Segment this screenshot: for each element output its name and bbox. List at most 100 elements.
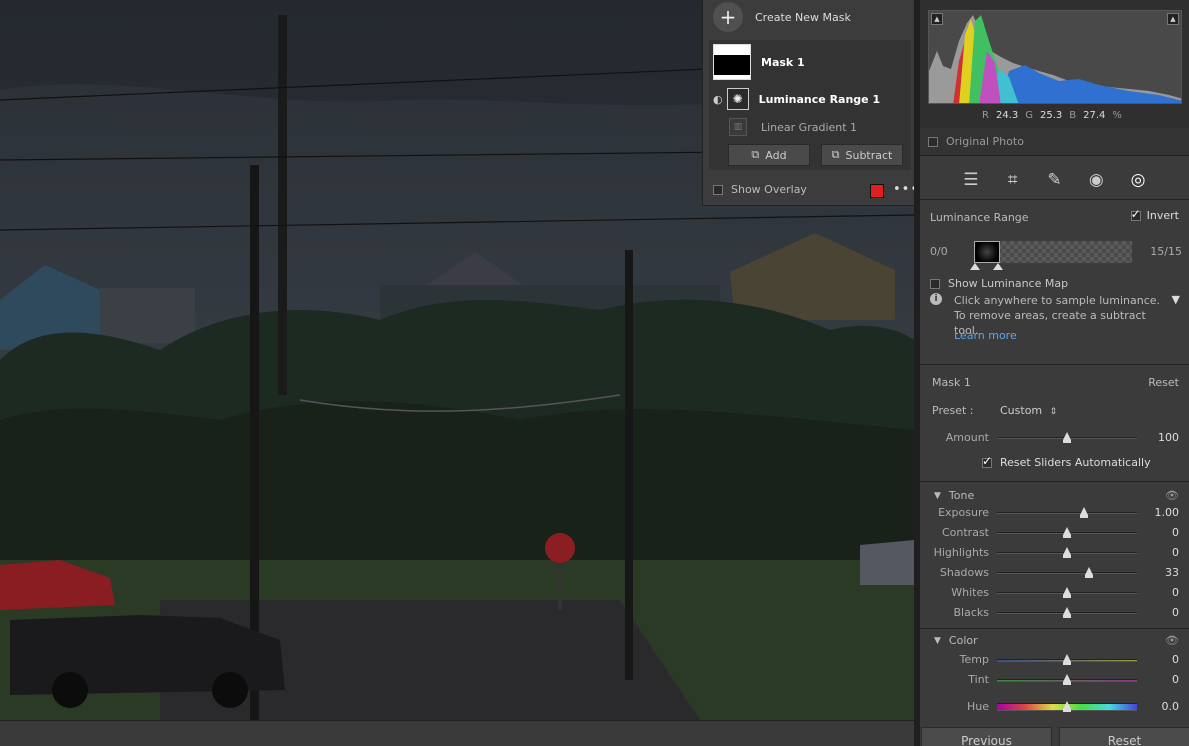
learn-more-link[interactable]: Learn more [954,329,1017,342]
crop-icon[interactable]: ⌗ [1001,170,1025,190]
original-photo-toggle[interactable]: Original Photo [920,128,1189,156]
highlight-clipping-toggle[interactable]: ▲ [1167,13,1179,25]
b-label: B [1069,110,1077,121]
right-panel: ▲ ▲ R 24.3 G 25.3 B 27.4 % Original Phot… [920,0,1189,746]
preset-label: Preset : [932,404,974,417]
color-temp-slider[interactable]: Temp 0 [920,650,1189,670]
collapse-icon: ▼ [934,490,941,501]
range-right-handle[interactable] [993,263,1003,270]
create-new-mask-button[interactable]: + Create New Mask [713,2,851,32]
slider-thumb[interactable] [1063,654,1071,665]
slider-label: Whites [951,586,989,599]
invert-toggle[interactable]: Invert [1130,207,1179,222]
g-label: G [1025,110,1033,121]
luminance-range-icon: ✺ [726,88,749,110]
show-luminance-map-toggle[interactable]: Show Luminance Map [930,277,1068,290]
color-tint-slider[interactable]: Tint 0 [920,670,1189,690]
slider-value[interactable]: 0 [1172,606,1179,619]
reset-sliders-toggle[interactable]: Reset Sliders Automatically [982,454,1151,469]
add-label: Add [765,148,787,162]
range-selection[interactable] [974,241,1000,263]
slider-label: Highlights [933,546,989,559]
color-header[interactable]: ▼ Color [934,634,978,647]
slider-thumb[interactable] [1063,701,1071,712]
tone-blacks-slider[interactable]: Blacks 0 [920,603,1189,623]
collapse-triangle-icon[interactable]: ▼ [1172,293,1180,306]
show-luminance-map-checkbox[interactable] [930,278,940,289]
range-left-handle[interactable] [970,263,980,270]
slider-label: Temp [959,653,989,666]
mask-item[interactable]: Mask 1 [713,44,805,80]
overlay-toggle-icon[interactable]: ◐ [713,93,723,106]
original-photo-checkbox[interactable] [928,136,938,147]
tone-highlights-slider[interactable]: Highlights 0 [920,543,1189,563]
histogram-graph [929,15,1181,103]
shadow-clipping-toggle[interactable]: ▲ [931,13,943,25]
slider-value[interactable]: 0 [1172,586,1179,599]
tone-shadows-slider[interactable]: Shadows 33 [920,563,1189,583]
tone-title: Tone [948,489,975,502]
amount-thumb[interactable] [1063,432,1071,443]
subtract-button[interactable]: ⧉ Subtract [821,144,903,166]
previous-button[interactable]: Previous [921,727,1052,746]
mask-name: Mask 1 [761,55,805,69]
eye-icon[interactable]: 👁 [1165,634,1179,647]
slider-value[interactable]: 0.0 [1162,700,1180,713]
amount-value[interactable]: 100 [1158,431,1179,444]
range-right-value: 15/15 [1150,245,1182,258]
slider-thumb[interactable] [1079,507,1088,518]
tone-exposure-slider[interactable]: Exposure 1.00 [920,503,1189,523]
r-label: R [982,110,989,121]
histogram: ▲ ▲ [928,10,1182,104]
overlay-color-swatch[interactable] [870,184,884,198]
subtract-icon: ⧉ [831,148,840,161]
add-button[interactable]: ⧉ Add [728,144,810,166]
slider-value[interactable]: 0 [1172,546,1179,559]
tone-contrast-slider[interactable]: Contrast 0 [920,523,1189,543]
slider-thumb[interactable] [1085,567,1094,578]
amount-slider[interactable]: Amount 100 [920,428,1189,448]
preset-dropdown[interactable]: Custom ⇕ [1000,404,1057,417]
tone-whites-slider[interactable]: Whites 0 [920,583,1189,603]
color-title: Color [948,634,978,647]
luminance-range-control[interactable]: 0/0 15/15 [930,241,1182,271]
masking-icon[interactable]: ◎ [1126,170,1150,190]
rgb-readout: R 24.3 G 25.3 B 27.4 % [982,110,1122,121]
mask-settings-title: Mask 1 [932,376,971,389]
histogram-panel: ▲ ▲ R 24.3 G 25.3 B 27.4 % [920,0,1189,128]
edit-sliders-icon[interactable]: ☰ [959,170,983,190]
slider-track[interactable] [997,512,1137,514]
slider-value[interactable]: 0 [1172,673,1179,686]
slider-label: Contrast [941,526,989,539]
mask-sub-name: Linear Gradient 1 [761,120,858,134]
slider-value[interactable]: 33 [1165,566,1179,579]
tone-header[interactable]: ▼ Tone [934,489,974,502]
slider-thumb[interactable] [1063,527,1071,538]
slider-label: Hue [966,700,989,713]
r-value: 24.3 [995,110,1019,121]
slider-thumb[interactable] [1063,587,1071,598]
slider-label: Exposure [938,506,989,519]
eye-icon[interactable]: 👁 [1165,489,1179,502]
show-overlay-checkbox[interactable] [713,184,723,195]
show-overlay-toggle[interactable]: Show Overlay [713,183,807,196]
slider-thumb[interactable] [1063,674,1071,685]
reset-button[interactable]: Reset [1059,727,1189,746]
slider-track[interactable] [997,572,1137,574]
slider-label: Tint [968,673,989,686]
slider-thumb[interactable] [1063,607,1071,618]
slider-value[interactable]: 0 [1172,653,1179,666]
mask-reset-button[interactable]: Reset [1148,376,1179,389]
slider-value[interactable]: 0 [1172,526,1179,539]
color-hue-slider[interactable]: Hue 0.0 [920,697,1189,717]
slider-thumb[interactable] [1063,547,1071,558]
invert-checkbox[interactable] [1130,207,1141,221]
healing-icon[interactable]: ✎ [1042,170,1066,190]
info-icon: i [930,293,942,305]
slider-value[interactable]: 1.00 [1155,506,1180,519]
mask-sub-item[interactable]: ◐ ✺ Luminance Range 1 [713,88,880,110]
mask-sub-item[interactable]: ▥ Linear Gradient 1 [729,118,857,136]
mask-sub-name: Luminance Range 1 [758,92,881,106]
reset-sliders-checkbox[interactable] [982,454,992,468]
redeye-icon[interactable]: ◉ [1084,170,1108,190]
